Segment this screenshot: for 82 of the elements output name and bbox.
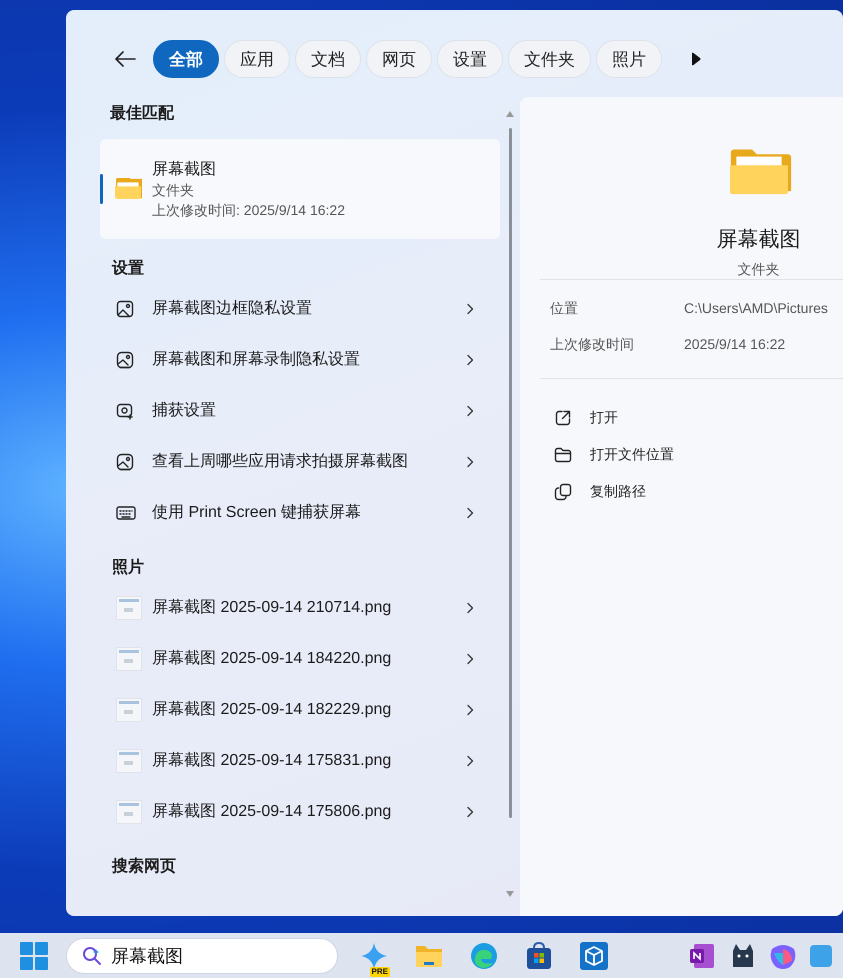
image-thumbnail [116, 596, 142, 620]
chevron-right-icon [466, 754, 474, 766]
result-label: 查看上周哪些应用请求拍摄屏幕截图 [152, 452, 409, 472]
property-value: 2025/9/14 16:22 [684, 336, 786, 354]
scroll-down-icon [505, 890, 515, 898]
filter-tab[interactable]: 文件夹 [508, 40, 591, 78]
result-label: 屏幕截图 2025-09-14 182229.png [152, 700, 392, 720]
scroll-up-icon [505, 110, 515, 118]
image-thumbnail [116, 800, 142, 824]
preview-badge: PRE [370, 966, 390, 976]
browser-icon [469, 940, 499, 970]
section-heading: 最佳匹配 [109, 104, 176, 124]
result-label: 捕获设置 [152, 400, 217, 420]
image-icon [116, 300, 134, 318]
keyboard-icon [116, 504, 136, 520]
property-label: 上次修改时间 [550, 336, 635, 354]
image-thumbnail [116, 748, 142, 772]
shopping-bag-icon [524, 940, 554, 970]
filter-tab[interactable]: 照片 [596, 40, 662, 78]
result-label: 屏幕截图 2025-09-14 210714.png [152, 598, 392, 618]
chevron-right-icon [466, 456, 474, 468]
windows-logo-icon [20, 942, 48, 970]
filter-tab[interactable]: 应用 [224, 40, 290, 78]
filter-tab[interactable]: 文档 [295, 40, 361, 78]
filter-tab[interactable]: 设置 [437, 40, 503, 78]
image-thumbnail [116, 646, 142, 670]
result-label: 屏幕截图和屏幕录制隐私设置 [152, 350, 361, 370]
folder-icon [554, 446, 572, 464]
preview-title: 屏幕截图 [716, 227, 800, 253]
result-label: 屏幕截图 2025-09-14 175806.png [152, 802, 392, 822]
folder-icon [114, 178, 142, 200]
filter-tab[interactable]: 网页 [366, 40, 432, 78]
result-modified-time: 上次修改时间: 2025/9/14 16:22 [152, 202, 345, 220]
cube-icon [579, 940, 609, 970]
search-result-item[interactable]: 屏幕截图和屏幕录制隐私设置 [100, 334, 500, 385]
section-heading: 搜索网页 [110, 856, 177, 877]
search-result-item[interactable]: 查看上周哪些应用请求拍摄屏幕截图 [100, 436, 500, 487]
result-label: 屏幕截图 2025-09-14 184220.png [152, 648, 392, 668]
open-external-icon [554, 409, 572, 427]
search-result-item[interactable]: 屏幕截图 2025-09-14 184220.png [100, 633, 500, 684]
preview-type: 文件夹 [738, 261, 780, 279]
search-result-item[interactable]: 使用 Print Screen 键捕获屏幕 [100, 487, 500, 538]
result-title: 屏幕截图 [152, 160, 217, 180]
search-result-item[interactable]: 屏幕截图 2025-09-14 175806.png [100, 786, 500, 837]
chevron-right-icon [466, 302, 474, 314]
action-button[interactable]: 打开文件位置 [554, 440, 674, 470]
image-thumbnail [116, 698, 142, 722]
chevron-right-icon [466, 652, 474, 664]
chevron-right-icon [466, 506, 474, 518]
result-type: 文件夹 [152, 182, 195, 200]
action-button[interactable]: 复制路径 [554, 477, 646, 507]
screen-capture-icon [116, 402, 134, 420]
back-arrow-icon [114, 50, 136, 68]
chevron-right-icon [466, 806, 474, 818]
image-icon [116, 350, 134, 368]
search-result-item[interactable]: 屏幕截图 2025-09-14 210714.png [100, 582, 500, 633]
action-button[interactable]: 打开 [554, 403, 618, 433]
search-sparkle-icon [82, 946, 102, 966]
copy-icon [554, 483, 572, 501]
search-result-item[interactable]: 捕获设置 [100, 385, 500, 436]
search-result-item[interactable]: 屏幕截图 2025-09-14 182229.png [100, 684, 500, 735]
property-label: 位置 [550, 300, 579, 318]
chevron-right-icon [466, 354, 474, 366]
best-match-result[interactable]: 屏幕截图 文件夹 上次修改时间: 2025/9/14 16:22 [100, 139, 500, 239]
chevron-right-icon [466, 404, 474, 416]
selection-indicator [100, 174, 103, 204]
result-label: 屏幕截图 2025-09-14 175831.png [152, 750, 392, 770]
result-label: 屏幕截图边框隐私设置 [152, 298, 313, 318]
image-icon [116, 452, 134, 470]
chevron-right-icon [466, 704, 474, 716]
search-result-item[interactable]: 屏幕截图边框隐私设置 [100, 283, 500, 334]
section-heading: 照片 [111, 558, 145, 578]
search-result-item[interactable]: 屏幕截图 2025-09-14 175831.png [100, 735, 500, 786]
play-icon [691, 52, 701, 66]
section-heading: 设置 [110, 258, 145, 279]
filter-tab[interactable]: 全部 [153, 40, 219, 78]
property-value: C:\Users\AMD\Pictures [684, 300, 829, 318]
scrollbar-thumb[interactable] [508, 128, 512, 818]
chevron-right-icon [466, 602, 474, 614]
search-field[interactable]: 屏幕截图 [66, 938, 338, 974]
taskbar-app-button[interactable]: PRE [352, 934, 396, 976]
result-label: 使用 Print Screen 键捕获屏幕 [152, 502, 362, 522]
